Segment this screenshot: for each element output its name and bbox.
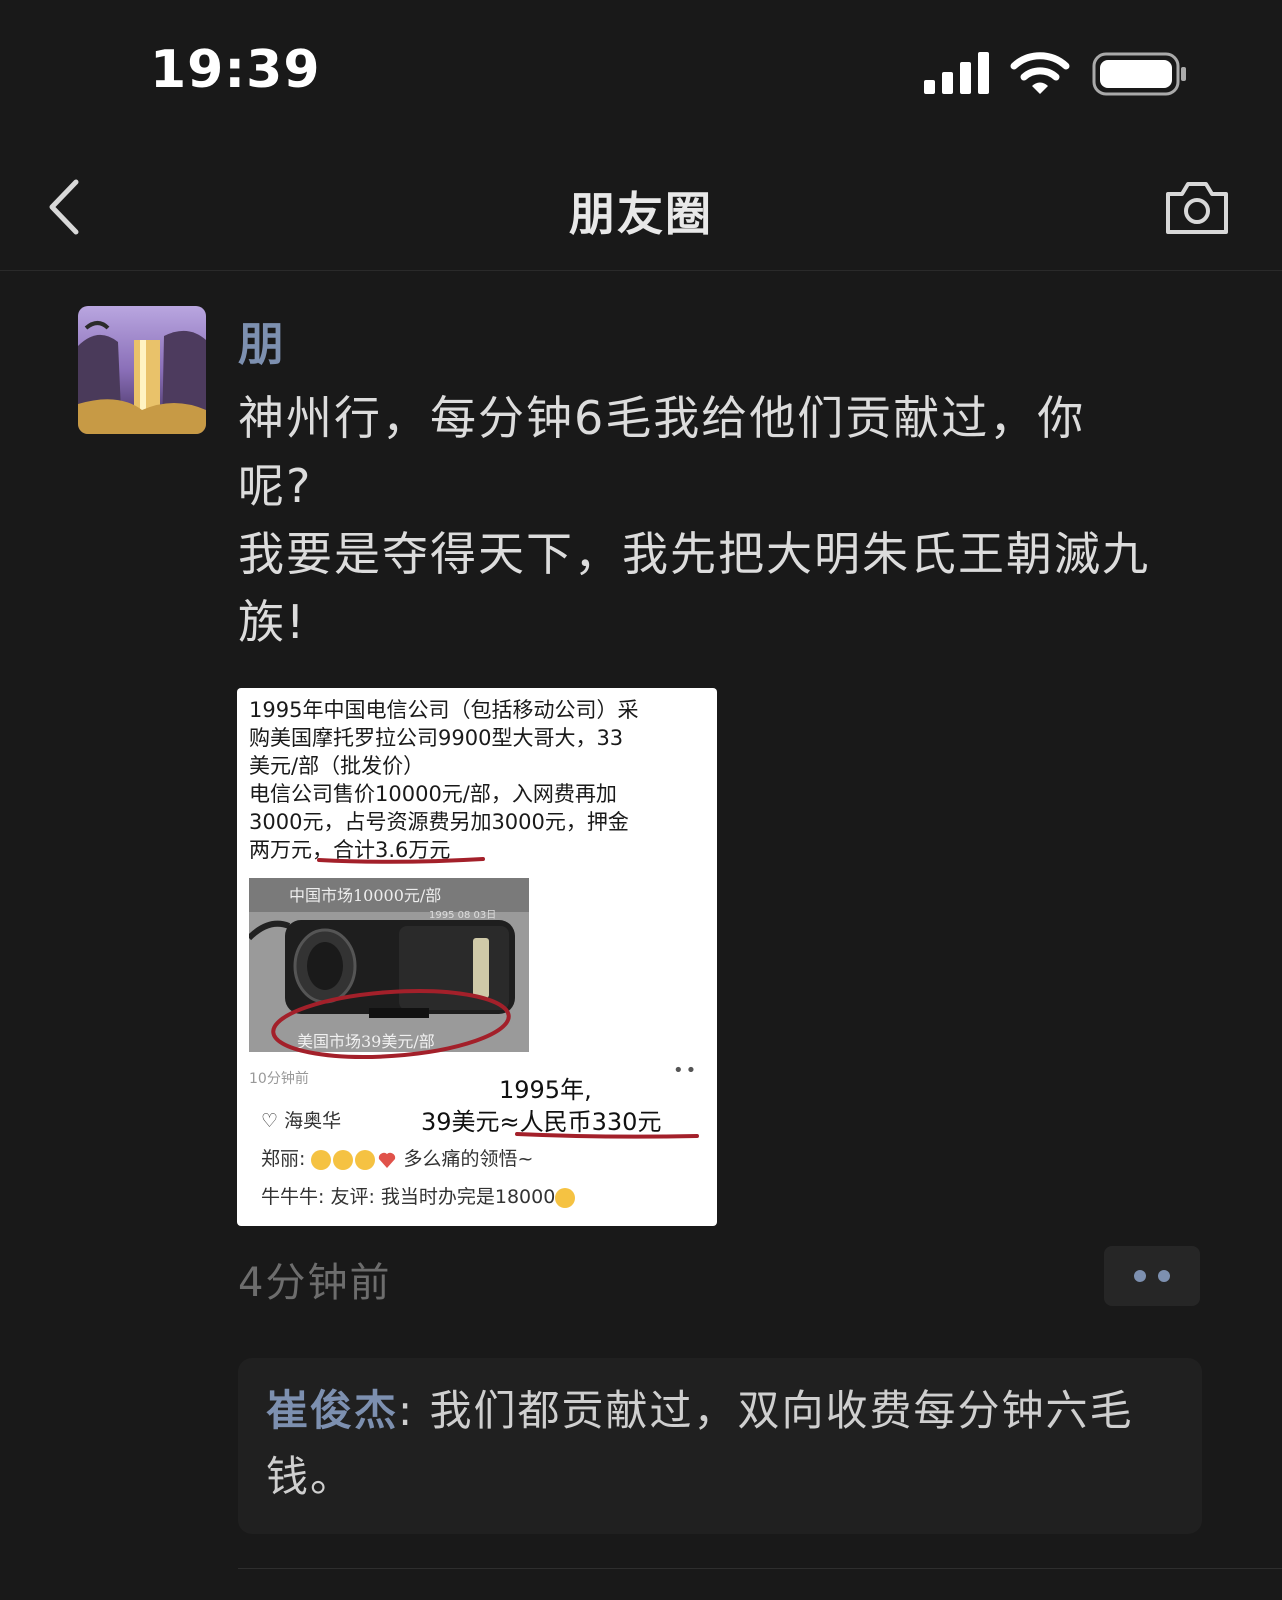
inner-comment: 牛牛牛: 友评: 我当时办完是18000 bbox=[261, 1182, 577, 1209]
image-text: 1995年中国电信公司（包括移动公司）采 购美国摩托罗拉公司9900型大哥大，3… bbox=[249, 696, 709, 864]
post-text-line: 呢? bbox=[238, 459, 313, 513]
page-title: 朋友圈 bbox=[569, 187, 713, 241]
photo-date: 1995 08 03日 bbox=[429, 910, 497, 921]
image-text-line: 1995年中国电信公司（包括移动公司）采 bbox=[249, 698, 639, 722]
inner-like-line: ♡ 海奥华 bbox=[261, 1110, 342, 1132]
broken-heart-icon bbox=[379, 1152, 396, 1168]
post-text-line: 族! bbox=[238, 595, 307, 649]
camera-icon[interactable] bbox=[1164, 178, 1230, 236]
red-circle-mark bbox=[271, 989, 511, 1059]
avatar[interactable] bbox=[78, 306, 206, 434]
inner-comment-text: 牛牛牛: 友评: 我当时办完是18000 bbox=[261, 1186, 556, 1208]
crying-laughing-emoji-icon bbox=[333, 1149, 354, 1170]
crying-laughing-emoji-icon bbox=[311, 1149, 332, 1170]
grimacing-emoji-icon bbox=[555, 1187, 576, 1208]
red-underline-mark bbox=[317, 857, 485, 864]
commenter-name[interactable]: 崔俊杰 bbox=[266, 1386, 398, 1435]
more-dot-icon bbox=[1134, 1270, 1146, 1282]
post-image[interactable]: 1995年中国电信公司（包括移动公司）采 购美国摩托罗拉公司9900型大哥大，3… bbox=[237, 688, 717, 1226]
image-text-line: 购美国摩托罗拉公司9900型大哥大，33 bbox=[249, 726, 624, 750]
post-text: 神州行，每分钟6毛我给他们贡献过，你 呢? 我要是夺得天下，我先把大明朱氏王朝滅… bbox=[238, 384, 1208, 656]
inner-comment: 郑丽: 多么痛的领悟~ bbox=[261, 1144, 533, 1171]
inner-post-time: 10分钟前 bbox=[249, 1071, 309, 1087]
battery-icon bbox=[1092, 52, 1186, 96]
status-bar: 19:39 bbox=[0, 0, 1282, 150]
inner-more-dots: •• bbox=[673, 1060, 699, 1081]
crying-laughing-emoji-icon bbox=[355, 1149, 376, 1170]
comment[interactable]: 崔俊杰: 我们都贡献过，双向收费每分钟六毛钱。 bbox=[266, 1378, 1166, 1510]
inner-comment-name: 郑丽: bbox=[261, 1148, 306, 1170]
post-text-line: 神州行，每分钟6毛我给他们贡献过，你 bbox=[238, 391, 1086, 445]
post-author[interactable]: 朋 bbox=[238, 308, 284, 374]
more-options-button[interactable] bbox=[1104, 1246, 1200, 1306]
more-dot-icon bbox=[1158, 1270, 1170, 1282]
post-text-line: 我要是夺得天下，我先把大明朱氏王朝滅九 bbox=[238, 527, 1150, 581]
nav-bar: 朋友圈 bbox=[0, 150, 1282, 271]
wifi-icon bbox=[1010, 52, 1070, 94]
avatar-landscape-image bbox=[78, 306, 206, 434]
divider bbox=[238, 1568, 1282, 1569]
image-text-line: 美元/部（批发价） bbox=[249, 754, 425, 778]
status-time: 19:39 bbox=[150, 40, 321, 100]
image-caption-year: 1995年, bbox=[499, 1076, 592, 1104]
image-text-line: 3000元，占号资源费另加3000元，押金 bbox=[249, 810, 629, 834]
inner-comment-text: 多么痛的领悟~ bbox=[403, 1148, 534, 1170]
photo-caption-top: 中国市场10000元/部 bbox=[289, 886, 442, 905]
cellular-signal-icon bbox=[924, 52, 989, 94]
image-text-line: 电信公司售价10000元/部，入网费再加 bbox=[249, 782, 617, 806]
red-underline-mark bbox=[515, 1132, 699, 1139]
comment-box: 崔俊杰: 我们都贡献过，双向收费每分钟六毛钱。 bbox=[238, 1358, 1202, 1534]
post-time: 4分钟前 bbox=[238, 1260, 392, 1306]
